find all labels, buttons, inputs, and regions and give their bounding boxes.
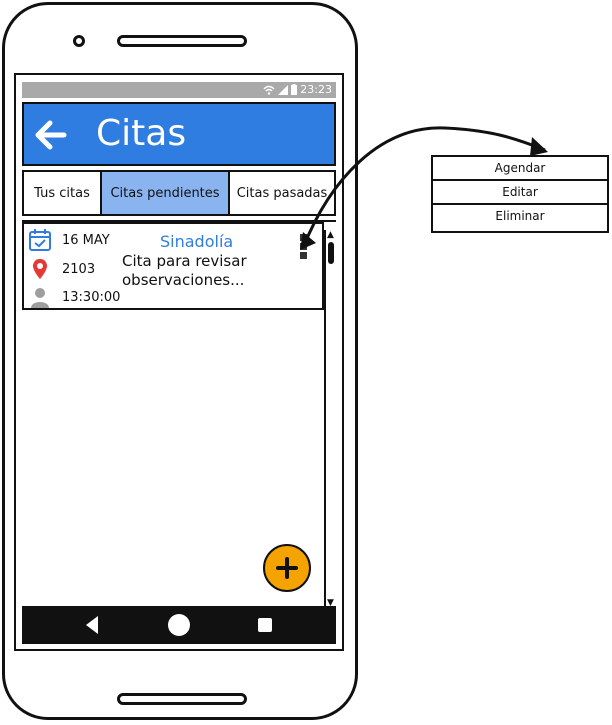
menu-item-agendar[interactable]: Agendar — [433, 157, 607, 181]
context-menu: Agendar Editar Eliminar — [431, 155, 609, 233]
menu-item-editar[interactable]: Editar — [433, 181, 607, 205]
menu-item-eliminar[interactable]: Eliminar — [433, 205, 607, 229]
connector-arrow — [300, 126, 548, 250]
